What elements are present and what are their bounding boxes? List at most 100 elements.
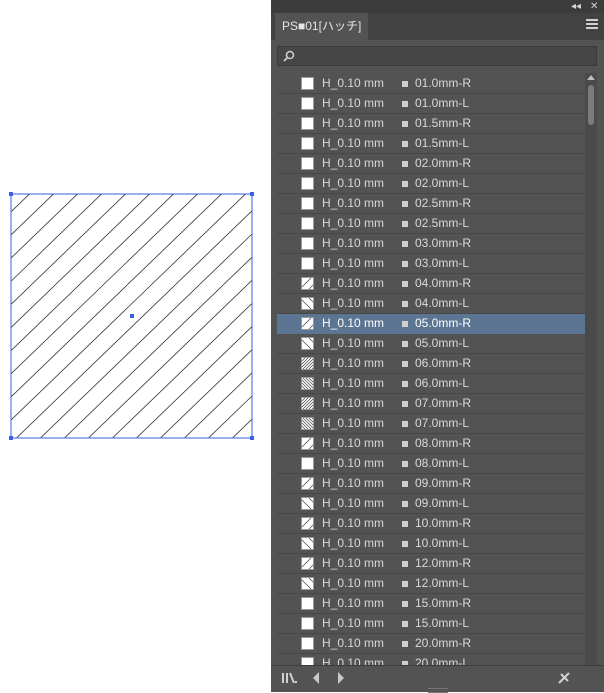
swatch-row[interactable]: H_0.10 mm 07.0mm-L xyxy=(277,414,586,434)
swatch-list[interactable]: H_0.10 mm 01.0mm-R H_0.10 mm 01.0mm-L H_0.10… xyxy=(277,73,597,665)
search-icon xyxy=(283,50,295,62)
global-color-icon xyxy=(402,401,408,407)
global-color-icon xyxy=(402,301,408,307)
swatch-row[interactable]: H_0.10 mm 02.5mm-R xyxy=(277,194,586,214)
swatch-thumbnail xyxy=(301,557,314,570)
swatch-row[interactable]: H_0.10 mm 20.0mm-R xyxy=(277,634,586,654)
swatch-name: 06.0mm-L xyxy=(415,376,470,390)
swatch-row[interactable]: H_0.10 mm 02.0mm-R xyxy=(277,154,586,174)
global-color-icon xyxy=(402,101,408,107)
close-panel-button[interactable]: ✕ xyxy=(590,0,598,13)
swatch-row[interactable]: H_0.10 mm 12.0mm-R xyxy=(277,554,586,574)
swatch-name: 01.0mm-L xyxy=(415,96,470,110)
swatch-name: 15.0mm-L xyxy=(415,616,470,630)
swatch-thumbnail xyxy=(301,317,314,330)
search-input[interactable] xyxy=(277,46,597,66)
global-color-icon xyxy=(402,141,408,147)
swatch-name: 08.0mm-L xyxy=(415,456,470,470)
global-color-icon xyxy=(402,461,408,467)
swatch-label: H_0.10 mm xyxy=(322,356,385,370)
swatch-name: 05.0mm-L xyxy=(415,336,470,350)
previous-arrow-icon[interactable] xyxy=(311,671,321,685)
artboard-canvas[interactable] xyxy=(0,0,271,691)
global-color-icon xyxy=(402,621,408,627)
hatched-rectangle[interactable] xyxy=(0,0,271,691)
swatch-row[interactable]: H_0.10 mm 12.0mm-L xyxy=(277,574,586,594)
swatch-label: H_0.10 mm xyxy=(322,516,385,530)
swatch-row[interactable]: H_0.10 mm 15.0mm-R xyxy=(277,594,586,614)
handle-bottom-right[interactable] xyxy=(250,436,254,440)
swatch-row[interactable]: H_0.10 mm 05.0mm-L xyxy=(277,334,586,354)
swatch-name: 12.0mm-R xyxy=(415,556,472,570)
swatch-thumbnail xyxy=(301,177,314,190)
swatch-name: 06.0mm-R xyxy=(415,356,472,370)
swatch-row[interactable]: H_0.10 mm 08.0mm-R xyxy=(277,434,586,454)
unlink-icon[interactable] xyxy=(557,671,571,685)
swatch-row[interactable]: H_0.10 mm 03.0mm-R xyxy=(277,234,586,254)
global-color-icon xyxy=(402,261,408,267)
swatch-row[interactable]: H_0.10 mm 08.0mm-L xyxy=(277,454,586,474)
swatch-name: 20.0mm-L xyxy=(415,656,470,665)
swatch-row[interactable]: H_0.10 mm 01.5mm-L xyxy=(277,134,586,154)
swatch-row[interactable]: H_0.10 mm 10.0mm-R xyxy=(277,514,586,534)
swatch-row[interactable]: H_0.10 mm 10.0mm-L xyxy=(277,534,586,554)
swatch-row[interactable]: H_0.10 mm 06.0mm-L xyxy=(277,374,586,394)
swatch-label: H_0.10 mm xyxy=(322,376,385,390)
next-arrow-icon[interactable] xyxy=(336,671,346,685)
swatch-thumbnail xyxy=(301,517,314,530)
swatch-name: 04.0mm-R xyxy=(415,276,472,290)
swatch-label: H_0.10 mm xyxy=(322,596,385,610)
swatch-row[interactable]: H_0.10 mm 20.0mm-L xyxy=(277,654,586,665)
swatch-library-icon[interactable] xyxy=(281,671,299,685)
swatch-row[interactable]: H_0.10 mm 09.0mm-L xyxy=(277,494,586,514)
panel-menu-icon[interactable] xyxy=(586,19,598,31)
swatch-name: 08.0mm-R xyxy=(415,436,472,450)
panel-title-bar[interactable]: ◂◂ ✕ xyxy=(271,0,604,13)
swatch-name: 02.5mm-R xyxy=(415,196,472,210)
swatch-row[interactable]: H_0.10 mm 03.0mm-L xyxy=(277,254,586,274)
swatch-row[interactable]: H_0.10 mm 04.0mm-R xyxy=(277,274,586,294)
handle-top-right[interactable] xyxy=(250,192,254,196)
swatch-row[interactable]: H_0.10 mm 09.0mm-R xyxy=(277,474,586,494)
swatch-row[interactable]: H_0.10 mm 02.0mm-L xyxy=(277,174,586,194)
swatch-thumbnail xyxy=(301,637,314,650)
collapse-panel-button[interactable]: ◂◂ xyxy=(571,0,581,13)
swatch-row[interactable]: H_0.10 mm 05.0mm-R xyxy=(277,314,586,334)
swatch-label: H_0.10 mm xyxy=(322,116,385,130)
swatch-label: H_0.10 mm xyxy=(322,476,385,490)
global-color-icon xyxy=(402,341,408,347)
swatch-row[interactable]: H_0.10 mm 15.0mm-L xyxy=(277,614,586,634)
swatch-label: H_0.10 mm xyxy=(322,276,385,290)
swatch-label: H_0.10 mm xyxy=(322,196,385,210)
swatch-row[interactable]: H_0.10 mm 01.0mm-R xyxy=(277,74,586,94)
swatch-row[interactable]: H_0.10 mm 01.5mm-R xyxy=(277,114,586,134)
swatch-label: H_0.10 mm xyxy=(322,496,385,510)
swatch-row[interactable]: H_0.10 mm 01.0mm-L xyxy=(277,94,586,114)
swatch-label: H_0.10 mm xyxy=(322,156,385,170)
swatch-thumbnail xyxy=(301,497,314,510)
handle-bottom-left[interactable] xyxy=(9,436,13,440)
global-color-icon xyxy=(402,641,408,647)
swatch-thumbnail xyxy=(301,537,314,550)
swatch-thumbnail xyxy=(301,217,314,230)
swatch-thumbnail xyxy=(301,97,314,110)
global-color-icon xyxy=(402,441,408,447)
swatch-name: 04.0mm-L xyxy=(415,296,470,310)
swatch-row[interactable]: H_0.10 mm 04.0mm-L xyxy=(277,294,586,314)
global-color-icon xyxy=(402,361,408,367)
swatch-row[interactable]: H_0.10 mm 07.0mm-R xyxy=(277,394,586,414)
global-color-icon xyxy=(402,421,408,427)
scroll-up-arrow-icon[interactable] xyxy=(587,75,595,80)
scrollbar[interactable] xyxy=(585,73,597,665)
tab-swatch-library[interactable]: PS■01[ハッチ] xyxy=(275,13,369,40)
swatch-label: H_0.10 mm xyxy=(322,576,385,590)
swatch-row[interactable]: H_0.10 mm 02.5mm-L xyxy=(277,214,586,234)
swatch-label: H_0.10 mm xyxy=(322,136,385,150)
scroll-thumb[interactable] xyxy=(588,85,594,125)
swatch-thumbnail xyxy=(301,437,314,450)
swatch-thumbnail xyxy=(301,197,314,210)
swatch-thumbnail xyxy=(301,377,314,390)
swatch-row[interactable]: H_0.10 mm 06.0mm-R xyxy=(277,354,586,374)
handle-top-left[interactable] xyxy=(9,192,13,196)
swatch-thumbnail xyxy=(301,297,314,310)
